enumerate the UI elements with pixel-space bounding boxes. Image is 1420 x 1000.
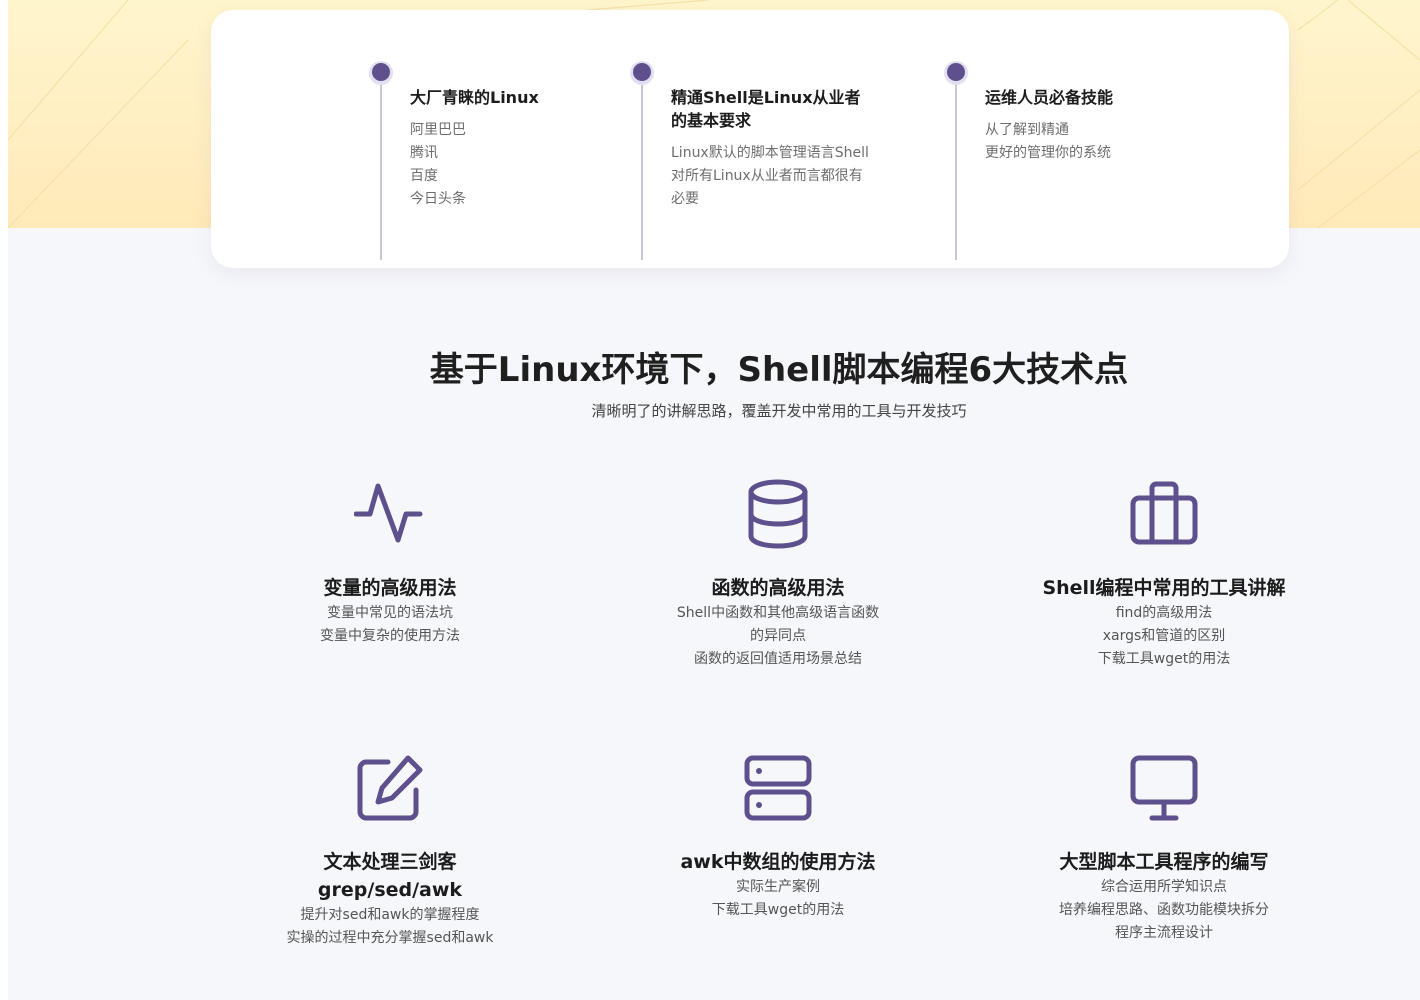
timeline-line-text: 必要 <box>671 191 699 207</box>
timeline-line-text: 阿里巴巴 <box>410 122 466 138</box>
database-icon <box>748 479 808 549</box>
timeline-line-text: Linux默认的脚本管理语言Shell <box>671 145 869 161</box>
timeline-line <box>955 72 957 260</box>
timeline-line-text: 今日头条 <box>410 191 466 207</box>
feature-line: find的高级用法 <box>1115 605 1213 621</box>
timeline-title: 精通Shell是Linux从业者的基本要求 <box>671 88 861 130</box>
feature-line: 变量中常见的语法坑 <box>327 605 453 621</box>
feature-line: 培养编程思路、函数功能模块拆分 <box>1059 902 1269 918</box>
timeline-pin-icon <box>369 61 393 85</box>
highlights-card: 大厂青睐的Linux 阿里巴巴 腾讯 百度 今日头条 精通Shell是Linux… <box>211 10 1289 268</box>
toolbox-icon <box>1130 481 1198 545</box>
feature-title: 函数的高级用法 <box>711 577 845 599</box>
page: 大厂青睐的Linux 阿里巴巴 腾讯 百度 今日头条 精通Shell是Linux… <box>8 0 1420 1000</box>
feature-card: 文本处理三剑客grep/sed/awk 提升对sed和awk的掌握程度 实操的过… <box>240 752 540 950</box>
feature-line: 实操的过程中充分掌握sed和awk <box>286 930 494 946</box>
feature-card: 大型脚本工具程序的编写 综合运用所学知识点 培养编程思路、函数功能模块拆分 程序… <box>1014 752 1314 945</box>
timeline-title: 运维人员必备技能 <box>985 88 1114 107</box>
feature-title: 变量的高级用法 <box>323 577 457 599</box>
feature-line: 提升对sed和awk的掌握程度 <box>300 907 480 923</box>
feature-card: 函数的高级用法 Shell中函数和其他高级语言函数 的异同点 函数的返回值适用场… <box>628 478 928 671</box>
activity-icon <box>354 483 423 543</box>
feature-line: 下载工具wget的用法 <box>711 902 845 918</box>
timeline-lines: Linux默认的脚本管理语言Shell 对所有Linux从业者而言都很有 必要 <box>671 142 876 211</box>
timeline-line <box>641 72 643 260</box>
timeline-line-text: 腾讯 <box>410 145 438 161</box>
feature-line: 程序主流程设计 <box>1115 925 1213 941</box>
feature-card: awk中数组的使用方法 实际生产案例 下载工具wget的用法 <box>628 752 928 922</box>
edit-icon <box>357 755 423 821</box>
feature-line: 变量中复杂的使用方法 <box>320 628 460 644</box>
feature-line: 函数的返回值适用场景总结 <box>694 651 862 667</box>
server-icon <box>744 755 812 821</box>
feature-line: 的异同点 <box>750 628 806 644</box>
feature-title: 文本处理三剑客grep/sed/awk <box>317 851 463 901</box>
feature-title: Shell编程中常用的工具讲解 <box>1042 577 1286 599</box>
feature-line: 实际生产案例 <box>736 879 820 895</box>
section-subtitle: 清晰明了的讲解思路，覆盖开发中常用的工具与开发技巧 <box>591 402 967 420</box>
timeline-line <box>380 72 382 260</box>
timeline-line-text: 从了解到精通 <box>985 122 1069 138</box>
timeline-line-text: 更好的管理你的系统 <box>985 145 1111 161</box>
feature-title: awk中数组的使用方法 <box>680 851 876 873</box>
feature-line: xargs和管道的区别 <box>1102 628 1226 644</box>
section-title: 基于Linux环境下，Shell脚本编程6大技术点 <box>429 350 1129 390</box>
timeline-lines: 从了解到精通 更好的管理你的系统 <box>985 119 1185 165</box>
timeline-title: 大厂青睐的Linux <box>410 88 539 107</box>
feature-title: 大型脚本工具程序的编写 <box>1059 851 1269 873</box>
timeline-pin-icon <box>630 61 654 85</box>
feature-line: 下载工具wget的用法 <box>1097 651 1231 667</box>
feature-card: 变量的高级用法 变量中常见的语法坑 变量中复杂的使用方法 <box>240 478 540 648</box>
feature-card: Shell编程中常用的工具讲解 find的高级用法 xargs和管道的区别 下载… <box>1014 478 1314 671</box>
timeline-line-text: 百度 <box>410 168 438 184</box>
feature-line: Shell中函数和其他高级语言函数 <box>676 605 880 621</box>
monitor-icon <box>1130 755 1198 821</box>
timeline-pin-icon <box>944 61 968 85</box>
timeline-line-text: 对所有Linux从业者而言都很有 <box>671 168 863 184</box>
feature-line: 综合运用所学知识点 <box>1101 879 1227 895</box>
timeline-lines: 阿里巴巴 腾讯 百度 今日头条 <box>410 119 580 211</box>
